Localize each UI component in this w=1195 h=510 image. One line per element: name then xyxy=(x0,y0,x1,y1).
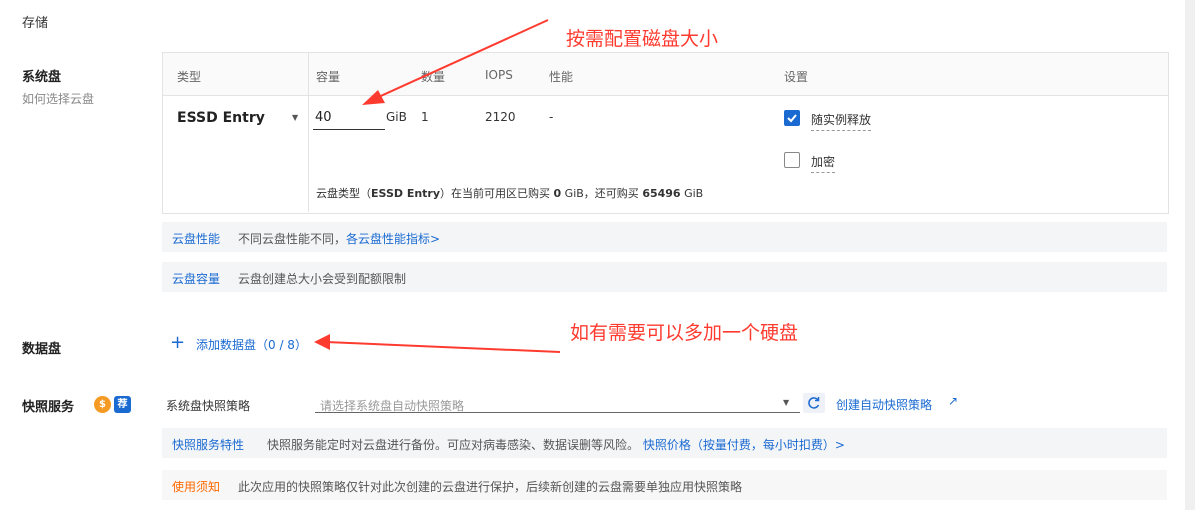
annotation-middle: 如有需要可以多加一个硬盘 xyxy=(570,322,799,344)
annotation-arrows xyxy=(314,19,561,353)
annotation-arrowhead-middle xyxy=(314,334,330,350)
annotation-top: 按需配置磁盘大小 xyxy=(566,28,719,50)
annotation-arrow-top xyxy=(371,19,549,101)
annotation-arrow-middle xyxy=(325,341,561,353)
scrollbar[interactable] xyxy=(1185,0,1195,510)
annotation-arrowhead-top xyxy=(362,90,385,105)
